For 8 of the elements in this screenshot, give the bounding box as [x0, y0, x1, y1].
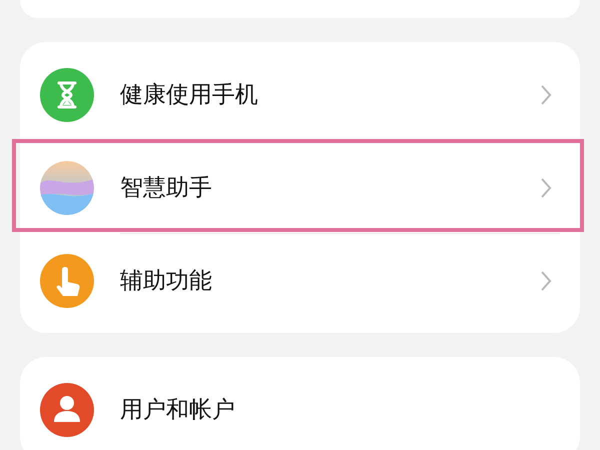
- settings-item[interactable]: 健康使用手机: [20, 48, 580, 141]
- settings-item[interactable]: 辅助功能: [20, 234, 580, 327]
- item-label: 用户和帐户: [120, 396, 236, 425]
- item-label: 辅助功能: [120, 267, 213, 296]
- item-label: 健康使用手机: [120, 81, 259, 110]
- settings-item[interactable]: 智慧助手: [20, 141, 580, 234]
- item-label: 智慧助手: [120, 174, 213, 203]
- settings-item[interactable]: 用户和帐户: [20, 363, 580, 450]
